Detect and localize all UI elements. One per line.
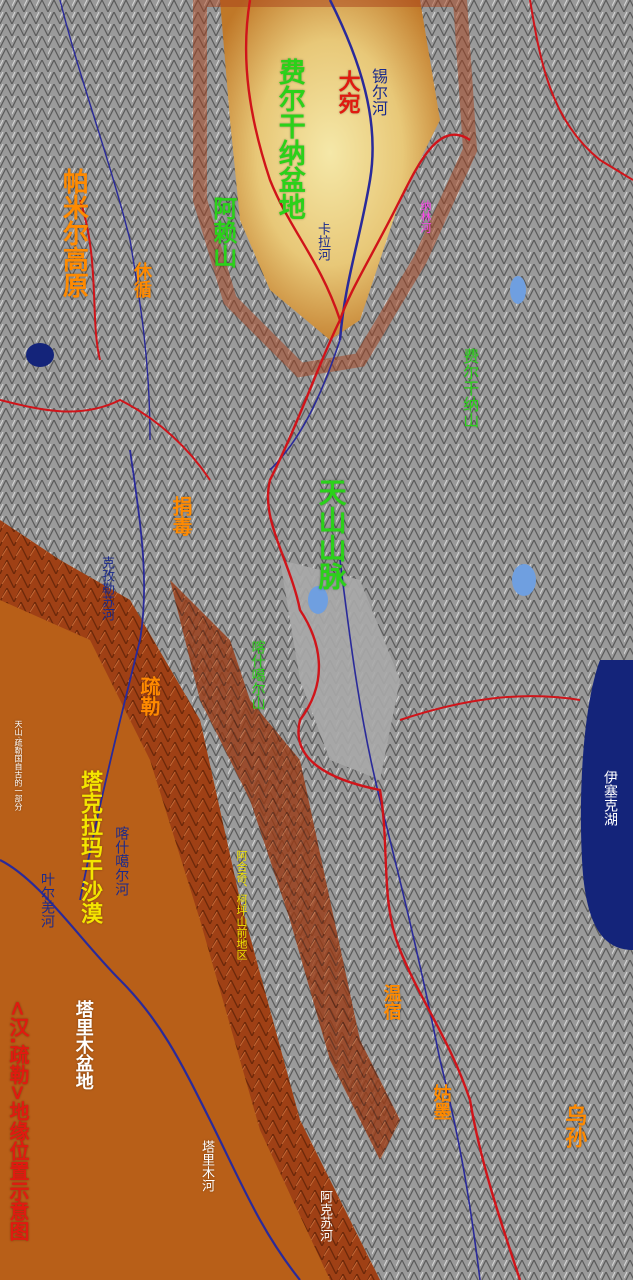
region-tarim: 塔里木盆地 bbox=[72, 1000, 94, 1090]
state-shule: 疏勒 bbox=[137, 676, 161, 716]
map-title: <汉.疏勒>地缘位置示意图 bbox=[6, 1000, 30, 1242]
region-ferghana: 费尔干纳盆地 bbox=[273, 58, 305, 220]
river-tarim: 塔里木河 bbox=[199, 1140, 214, 1192]
state-gumo: 姑墨 bbox=[430, 1084, 452, 1120]
river-kezile: 克孜勒苏河 bbox=[99, 556, 114, 621]
state-wusun: 乌孙 bbox=[561, 1104, 587, 1148]
map[interactable]: 伊塞克湖 费尔干纳盆地 大宛 帕米尔高原 塔克拉玛干沙漠 塔里木盆地 阿合奇、柯… bbox=[0, 0, 633, 1280]
mountain-ferghana: 费尔干纳山 bbox=[460, 348, 480, 428]
lake-label: 伊塞克湖 bbox=[602, 770, 618, 826]
region-pamir: 帕米尔高原 bbox=[58, 168, 89, 298]
mountain-tianshan: 天山山脉 bbox=[314, 478, 348, 590]
river-kara: 卡拉河 bbox=[315, 222, 330, 261]
river-naryn: 纳林河 bbox=[419, 200, 432, 233]
kashi-note: 天山·疏勒国自古的一部分 bbox=[14, 720, 23, 811]
mountain-kashgar: 喀什噶尔山 bbox=[249, 640, 266, 710]
region-taklamakan: 塔克拉玛干沙漠 bbox=[77, 770, 102, 924]
state-xiuxun: 休循 bbox=[131, 262, 152, 298]
river-yarkand: 叶尔羌河 bbox=[39, 872, 55, 928]
mountain-alai: 阿赖山 bbox=[208, 196, 237, 268]
river-syr: 锡尔河 bbox=[369, 68, 388, 116]
river-aksu: 阿克苏河 bbox=[317, 1190, 332, 1242]
river-kashgar: 喀什噶尔河 bbox=[113, 826, 130, 896]
state-juanchu: 捐毒 bbox=[169, 496, 193, 536]
region-aheqi: 阿合奇、柯坪山前地区 bbox=[235, 850, 248, 960]
state-wensu: 温宿 bbox=[380, 984, 402, 1020]
